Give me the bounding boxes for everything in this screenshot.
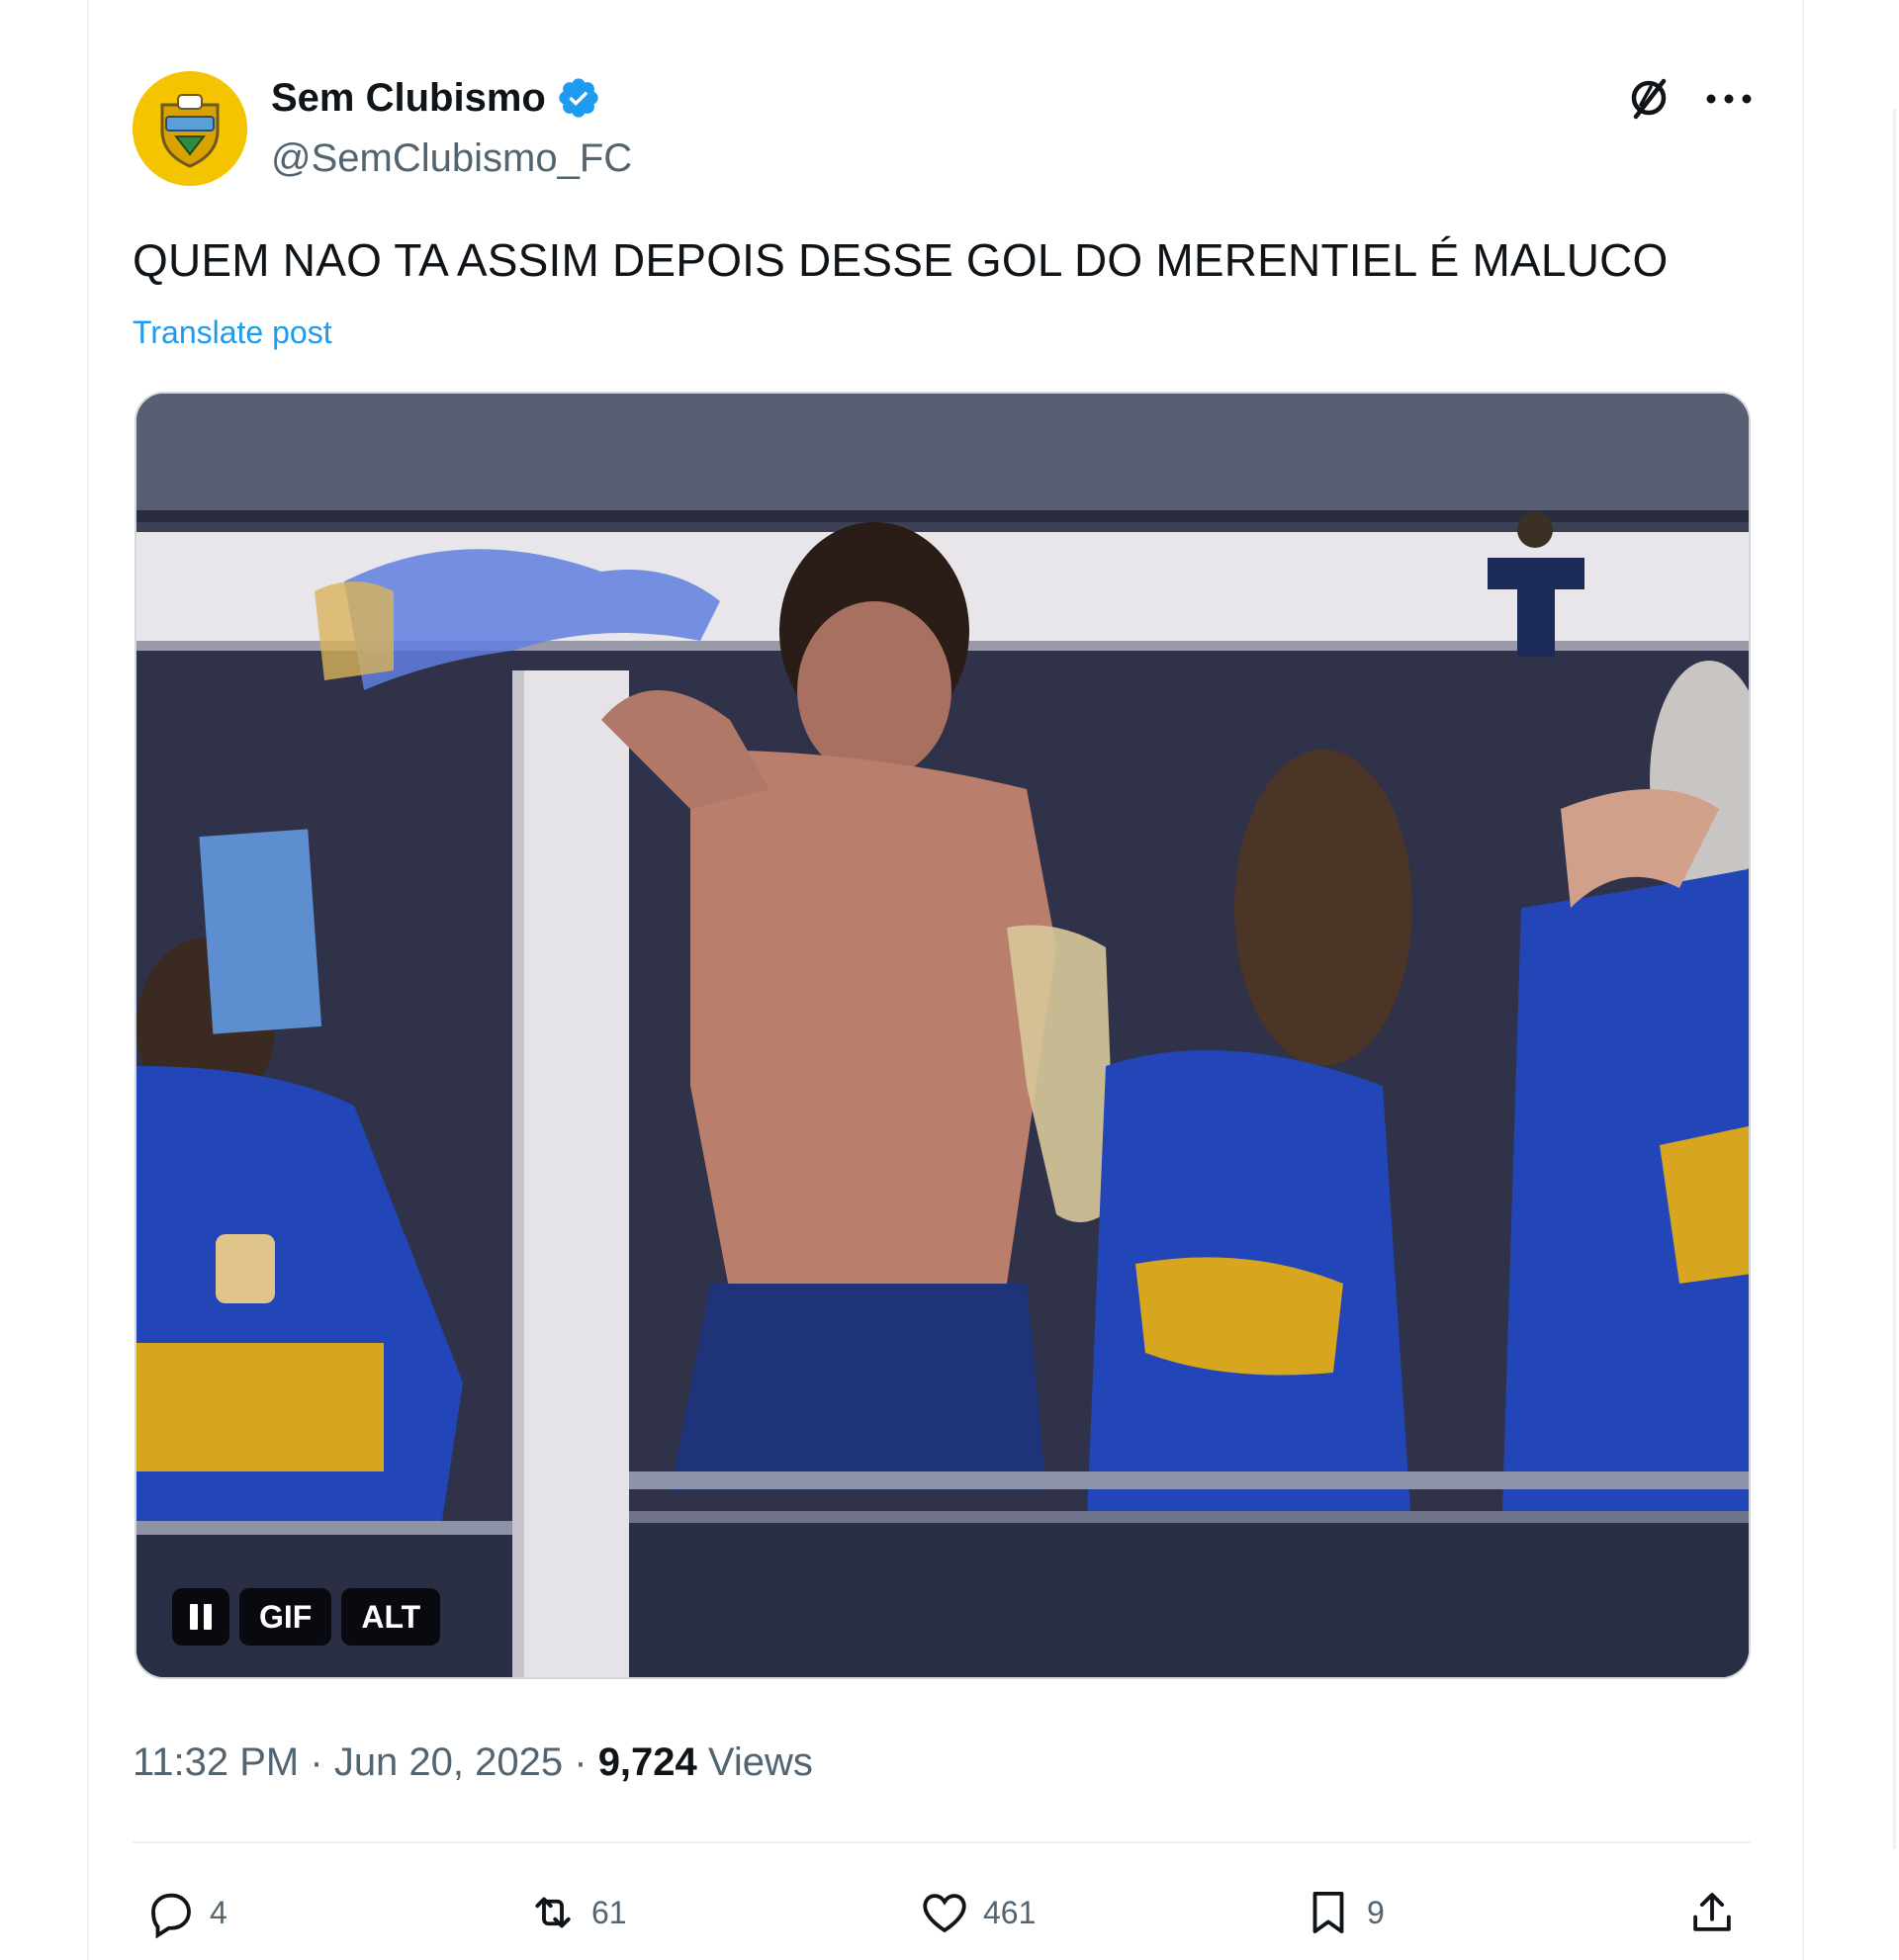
verified-badge-icon	[556, 75, 601, 121]
bookmark-icon	[1312, 1891, 1344, 1934]
views-count: 9,724	[597, 1740, 697, 1784]
meta-separator: ·	[310, 1740, 334, 1784]
pause-button[interactable]	[172, 1588, 229, 1646]
display-name[interactable]: Sem Clubismo	[271, 76, 546, 121]
gif-badge[interactable]: GIF	[239, 1588, 332, 1646]
reply-icon	[151, 1893, 191, 1939]
name-row: Sem Clubismo	[271, 75, 601, 121]
post-time[interactable]: 11:32 PM	[133, 1740, 299, 1784]
post-meta: 11:32 PM · Jun 20, 2025 · 9,724 Views	[133, 1740, 813, 1785]
heart-icon	[923, 1894, 966, 1933]
tweet-card: Sem Clubismo @SemClubismo_FC QUEM NAO TA…	[89, 0, 1802, 1960]
views-label: Views	[707, 1740, 813, 1784]
avatar[interactable]	[133, 71, 247, 186]
meta-separator: ·	[574, 1740, 598, 1784]
like-count: 461	[983, 1894, 1037, 1930]
gif-media[interactable]: GIF ALT	[135, 392, 1751, 1679]
bookmark-button[interactable]: 9	[1302, 1883, 1385, 1942]
post-text: QUEM NAO TA ASSIM DEPOIS DESSE GOL DO ME…	[133, 234, 1669, 286]
feed-border-right	[1802, 0, 1804, 1960]
shield-logo-icon	[133, 71, 247, 186]
like-button[interactable]: 461	[918, 1883, 1036, 1942]
bookmark-count: 9	[1367, 1894, 1385, 1930]
repost-icon	[535, 1897, 571, 1928]
translate-post-link[interactable]: Translate post	[133, 314, 332, 351]
share-icon	[1693, 1893, 1731, 1931]
sidebar-border	[1893, 109, 1896, 1849]
gif-frame-image	[136, 394, 1749, 1677]
pause-icon	[190, 1604, 198, 1630]
grok-icon[interactable]	[1624, 73, 1673, 123]
alt-text-badge[interactable]: ALT	[341, 1588, 441, 1646]
more-options-icon[interactable]	[1701, 77, 1757, 121]
gif-controls: GIF ALT	[172, 1588, 441, 1646]
handle[interactable]: @SemClubismo_FC	[271, 136, 632, 181]
repost-button[interactable]: 61	[526, 1883, 627, 1942]
reply-count: 4	[210, 1894, 227, 1930]
reply-button[interactable]: 4	[144, 1883, 227, 1942]
share-button[interactable]	[1685, 1883, 1739, 1942]
post-date[interactable]: Jun 20, 2025	[334, 1740, 563, 1784]
divider	[133, 1841, 1751, 1843]
repost-count: 61	[591, 1894, 627, 1930]
